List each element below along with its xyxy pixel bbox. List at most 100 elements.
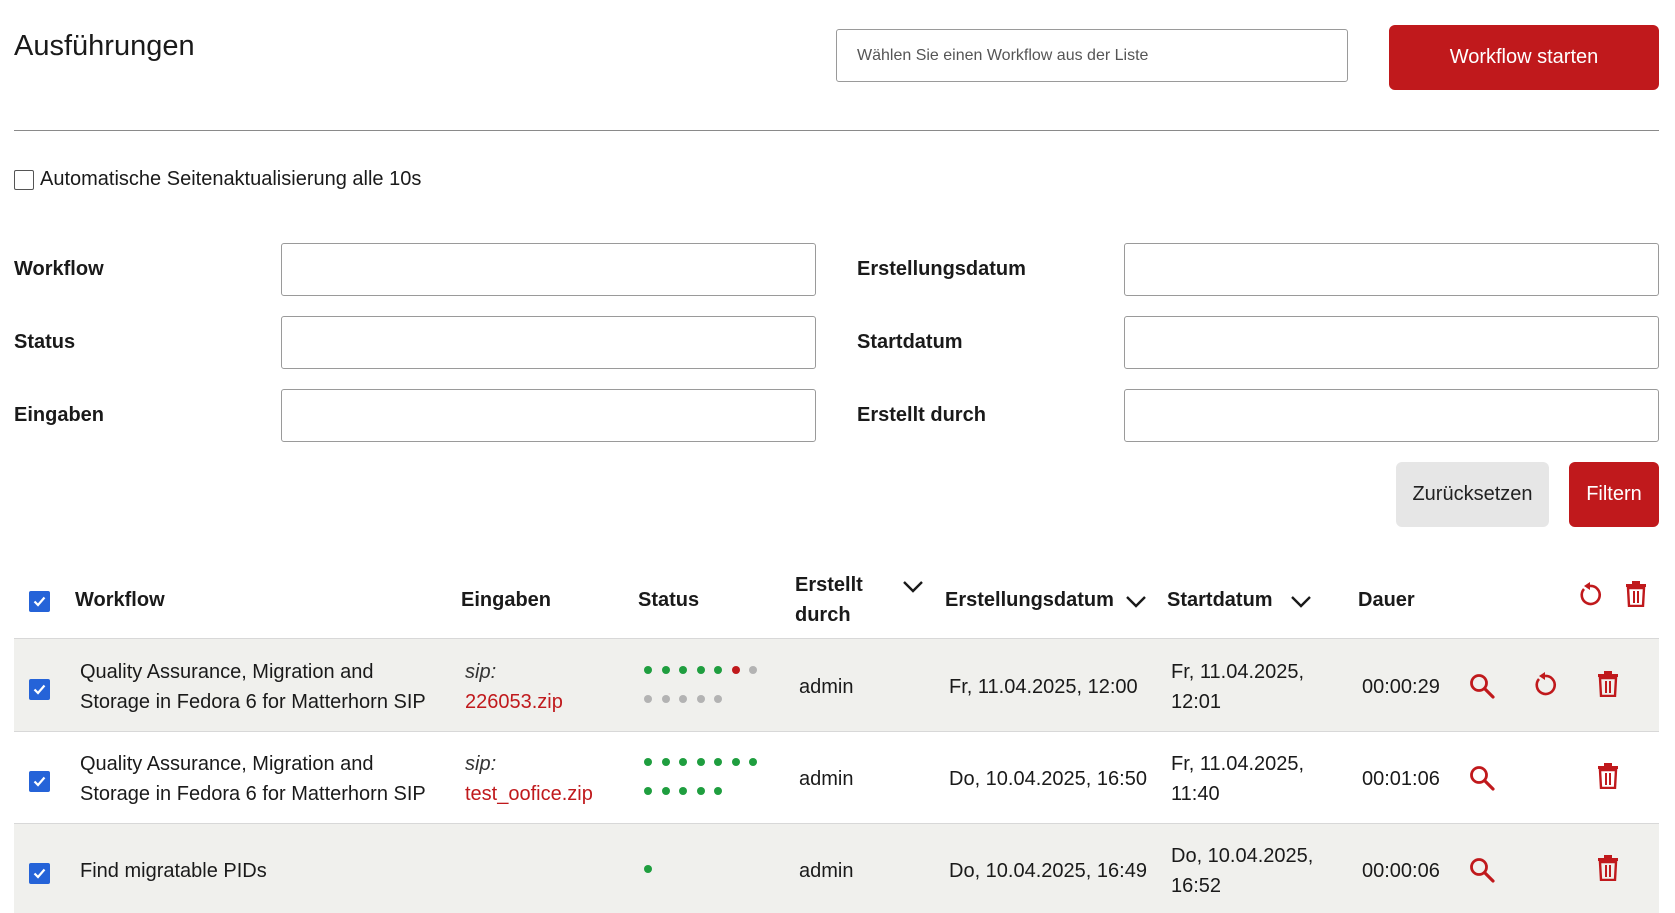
status-dot-green (661, 787, 670, 795)
status-dot-green (661, 758, 670, 766)
search-icon[interactable] (1469, 765, 1495, 791)
filter-label-created-date: Erstellungsdatum (857, 258, 1026, 280)
divider (14, 130, 1659, 131)
status-dot-green (644, 787, 652, 795)
input-file-link[interactable]: test_oofice.zip (465, 783, 593, 805)
status-dot-green (679, 787, 687, 795)
row-checkbox[interactable] (29, 679, 50, 700)
status-dot-red (731, 666, 740, 674)
status-dot-green (749, 758, 757, 766)
status-dot-grey (714, 695, 722, 703)
restart-icon[interactable] (1577, 581, 1603, 609)
search-icon[interactable] (1469, 857, 1495, 883)
duration-cell: 00:00:29 (1362, 676, 1440, 698)
workflow-name-line2: Storage in Fedora 6 for Matterhorn SIP (80, 783, 426, 805)
input-file-link[interactable]: 226053.zip (465, 691, 563, 713)
row-checkbox[interactable] (29, 771, 50, 792)
status-dot-green (714, 758, 722, 766)
status-dot-green (661, 666, 670, 674)
restart-icon[interactable] (1532, 671, 1558, 699)
status-dot-grey (696, 695, 705, 703)
chevron-down-icon[interactable] (1290, 595, 1312, 609)
filter-label-status: Status (14, 331, 76, 353)
status-dot-green (644, 666, 652, 674)
filter-label-created-by: Erstellt durch (857, 404, 986, 426)
status-dot-green (679, 758, 687, 766)
select-all-checkbox[interactable] (29, 591, 50, 612)
start-workflow-button[interactable]: Workflow starten (1389, 25, 1659, 90)
reset-button[interactable]: Zurücksetzen (1396, 462, 1549, 527)
workflow-name-line1: Quality Assurance, Migration and (80, 661, 374, 683)
column-header-start-date[interactable]: Startdatum (1167, 585, 1273, 615)
filter-workflow-input[interactable] (281, 243, 816, 296)
trash-icon[interactable] (1596, 671, 1620, 697)
filter-start-date-input[interactable] (1124, 316, 1659, 369)
input-cell: sip: test_oofice.zip (465, 749, 593, 809)
status-dot-grey (661, 695, 670, 703)
created-by-cell: admin (799, 676, 854, 698)
workflow-name[interactable]: Quality Assurance, Migration and Storage… (80, 749, 426, 809)
status-dot-green (714, 666, 722, 674)
column-header-status: Status (638, 589, 700, 611)
workflow-name[interactable]: Find migratable PIDs (80, 856, 267, 886)
trash-icon[interactable] (1596, 855, 1620, 881)
start-date-line2: 12:01 (1171, 691, 1222, 713)
check-icon (33, 684, 46, 695)
status-dot-green (644, 758, 652, 766)
filter-button[interactable]: Filtern (1569, 462, 1659, 527)
start-date-cell: Fr, 11.04.2025, 11:40 (1171, 749, 1304, 809)
auto-refresh-label: Automatische Seitenaktualisierung alle 1… (40, 168, 422, 190)
filter-label-workflow: Workflow (14, 258, 104, 280)
created-date-cell: Fr, 11.04.2025, 12:00 (949, 676, 1138, 698)
workflow-name[interactable]: Quality Assurance, Migration and Storage… (80, 657, 426, 717)
workflow-name-line2: Storage in Fedora 6 for Matterhorn SIP (80, 691, 426, 713)
search-icon[interactable] (1469, 673, 1495, 699)
column-header-inputs: Eingaben (461, 589, 552, 611)
column-header-created-by[interactable]: Erstellt durch (795, 570, 863, 630)
start-date-line1: Fr, 11.04.2025, (1171, 753, 1305, 775)
check-icon (33, 868, 46, 879)
created-by-cell: admin (799, 860, 854, 882)
filter-created-by-input[interactable] (1124, 389, 1659, 442)
workflow-name-line1: Quality Assurance, Migration and (80, 753, 374, 775)
created-date-cell: Do, 10.04.2025, 16:50 (949, 768, 1147, 790)
start-date-line1: Fr, 11.04.2025, (1171, 661, 1305, 683)
check-icon (33, 776, 46, 787)
workflow-name-line1: Find migratable PIDs (80, 860, 267, 882)
status-dot-green (696, 666, 705, 674)
status-dots (644, 666, 774, 706)
status-dots (644, 758, 774, 798)
trash-icon[interactable] (1596, 763, 1620, 789)
duration-cell: 00:00:06 (1362, 860, 1440, 882)
filter-label-inputs: Eingaben (14, 404, 105, 426)
column-header-created-date[interactable]: Erstellungsdatum (945, 585, 1114, 615)
input-label: sip: (465, 661, 497, 683)
status-dot-grey (749, 666, 757, 674)
status-dots (644, 865, 774, 885)
check-icon (33, 596, 46, 607)
start-date-line1: Do, 10.04.2025, (1171, 845, 1314, 867)
input-cell: sip: 226053.zip (465, 657, 563, 717)
column-header-created-by-line2: durch (795, 604, 851, 626)
chevron-down-icon[interactable] (1125, 595, 1147, 609)
start-date-line2: 11:40 (1171, 783, 1220, 805)
start-date-cell: Fr, 11.04.2025, 12:01 (1171, 657, 1304, 717)
filter-status-input[interactable] (281, 316, 816, 369)
filter-inputs-input[interactable] (281, 389, 816, 442)
duration-cell: 00:01:06 (1362, 768, 1440, 790)
chevron-down-icon[interactable] (902, 580, 924, 594)
status-dot-green (644, 865, 652, 873)
status-dot-green (696, 787, 705, 795)
status-dot-grey (644, 695, 652, 703)
auto-refresh-checkbox[interactable] (14, 169, 34, 190)
status-dot-grey (679, 695, 687, 703)
status-dot-green (679, 666, 687, 674)
auto-refresh-toggle[interactable]: Automatische Seitenaktualisierung alle 1… (14, 168, 421, 191)
created-by-cell: admin (799, 768, 854, 790)
filter-created-date-input[interactable] (1124, 243, 1659, 296)
status-dot-green (696, 758, 705, 766)
workflow-select-input[interactable] (836, 29, 1348, 82)
trash-icon[interactable] (1624, 581, 1648, 607)
row-checkbox[interactable] (29, 863, 50, 884)
page-title: Ausführungen (14, 30, 195, 62)
